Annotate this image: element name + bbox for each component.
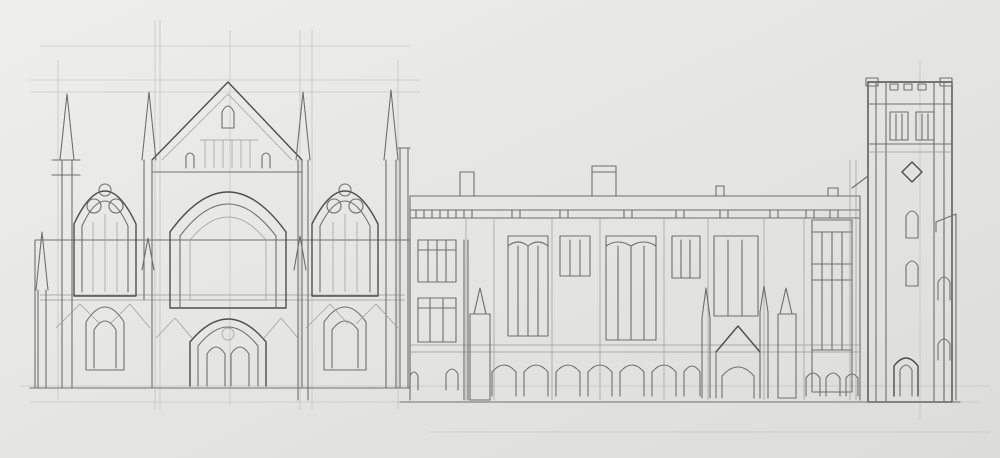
pencil-drawing [0,0,1000,458]
